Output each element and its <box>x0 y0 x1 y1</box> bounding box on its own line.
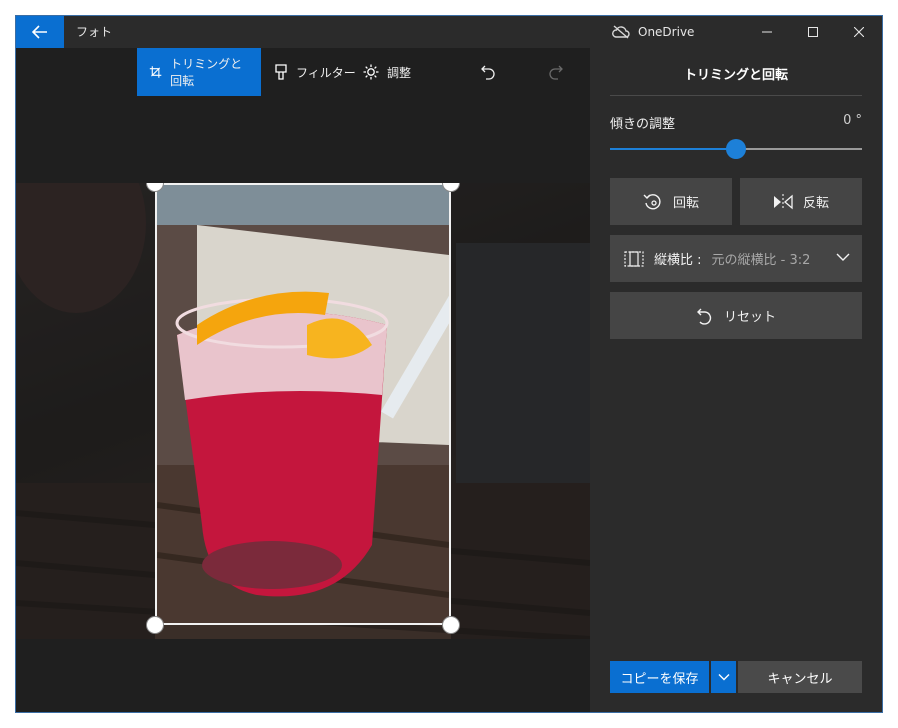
straighten-slider[interactable] <box>610 139 862 159</box>
onedrive-status[interactable]: OneDrive <box>612 16 694 48</box>
crop-rotate-panel: トリミングと回転 傾きの調整 0 ° 回転 反転 縦横比: 元の縦横比 - 3… <box>590 48 882 712</box>
tab-adjust[interactable]: 調整 <box>351 48 423 96</box>
close-icon <box>854 27 864 37</box>
straighten-slider-thumb[interactable] <box>726 139 746 159</box>
straighten-label: 傾きの調整 <box>610 117 676 132</box>
redo-icon <box>549 65 563 80</box>
straighten-slider-fill <box>610 148 736 150</box>
reset-icon <box>696 308 712 325</box>
title-bar: フォト OneDrive <box>16 16 882 48</box>
app-title: フォト <box>76 25 113 39</box>
edit-toolbar: トリミングと回転 フィルター 調整 <box>16 48 590 96</box>
close-button[interactable] <box>836 16 882 48</box>
flip-icon <box>773 193 793 210</box>
flip-button[interactable]: 反転 <box>740 178 862 225</box>
back-button[interactable] <box>16 16 64 48</box>
tab-adjust-label: 調整 <box>387 65 412 80</box>
tab-filter-label: フィルター <box>296 65 356 80</box>
back-arrow-icon <box>32 25 47 39</box>
maximize-button[interactable] <box>790 16 836 48</box>
photo-image <box>16 183 590 639</box>
crop-handle-bottom-left[interactable] <box>146 616 164 634</box>
undo-button[interactable] <box>468 48 508 96</box>
cancel-button[interactable]: キャンセル <box>738 661 862 693</box>
brightness-icon <box>363 64 379 80</box>
crop-frame[interactable] <box>155 183 451 625</box>
crop-handle-bottom-right[interactable] <box>442 616 460 634</box>
cloud-off-icon <box>612 25 630 39</box>
rotate-label: 回転 <box>672 196 699 211</box>
flip-label: 反転 <box>802 196 829 211</box>
aspect-ratio-icon <box>624 250 644 267</box>
chevron-down-icon <box>836 253 850 261</box>
crop-mask-right <box>451 183 590 639</box>
reset-button[interactable]: リセット <box>610 292 862 339</box>
tab-crop-rotate-label: トリミングと回転 <box>170 57 243 88</box>
aspect-ratio-label: 縦横比 : <box>654 253 702 268</box>
drink-photo-art <box>157 185 449 623</box>
minimize-button[interactable] <box>744 16 790 48</box>
crop-mask-left <box>16 183 155 639</box>
filter-icon <box>275 64 287 80</box>
photos-window: フォト OneDrive トリミングと回転 フィルター 調整 トリミングと回転 … <box>15 15 883 713</box>
maximize-icon <box>808 27 818 37</box>
tab-crop-rotate[interactable]: トリミングと回転 <box>137 48 261 96</box>
panel-divider <box>610 95 862 96</box>
redo-button[interactable] <box>536 48 576 96</box>
minimize-icon <box>762 31 772 33</box>
chevron-down-icon <box>718 674 729 681</box>
reset-label: リセット <box>723 310 776 325</box>
save-options-button[interactable] <box>711 661 736 693</box>
save-copy-button[interactable]: コピーを保存 <box>610 661 709 693</box>
onedrive-label: OneDrive <box>638 25 695 39</box>
rotate-icon <box>643 193 661 209</box>
straighten-value: 0 ° <box>843 113 862 128</box>
edit-canvas: トリミングと回転 フィルター 調整 <box>16 48 590 712</box>
panel-title: トリミングと回転 <box>683 68 788 83</box>
rotate-button[interactable]: 回転 <box>610 178 732 225</box>
crop-rotate-icon <box>149 66 162 78</box>
aspect-ratio-value: 元の縦横比 - 3:2 <box>711 253 811 268</box>
aspect-ratio-dropdown[interactable]: 縦横比 : 元の縦横比 - 3:2 <box>610 235 862 282</box>
undo-icon <box>481 65 495 80</box>
